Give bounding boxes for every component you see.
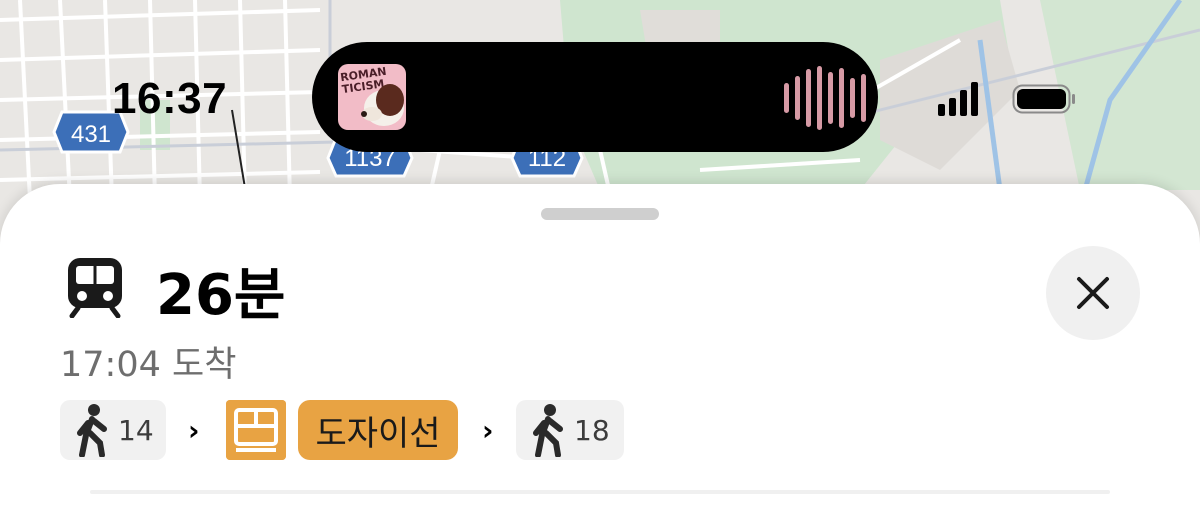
walking-person-icon — [533, 404, 563, 457]
status-time: 16:37 — [112, 74, 228, 123]
dog-image — [361, 84, 404, 126]
transit-line-badge[interactable]: 도자이선 — [298, 400, 458, 460]
walking-person-icon — [77, 404, 107, 457]
chevron-right-icon: › — [188, 414, 200, 447]
walk-step[interactable]: 18 — [516, 400, 624, 460]
tram-icon — [226, 400, 286, 460]
trip-duration: 26분 — [156, 263, 286, 328]
train-icon — [68, 258, 122, 318]
sheet-grabber[interactable] — [541, 208, 659, 220]
walk-minutes: 18 — [574, 413, 610, 447]
dynamic-island[interactable]: ROMAN TICISM — [312, 42, 878, 152]
audio-waveform-icon — [784, 66, 866, 130]
walk-minutes: 14 — [118, 413, 154, 447]
close-button[interactable] — [1046, 246, 1140, 340]
battery-icon — [1012, 84, 1075, 114]
close-icon — [1077, 277, 1109, 309]
chevron-right-icon: › — [482, 414, 494, 447]
route-sheet[interactable]: 26분 17:04 도착 14 › 도자이선 › 18 — [0, 184, 1200, 514]
route-steps[interactable]: 14 › 도자이선 › 18 — [60, 400, 680, 462]
album-art[interactable]: ROMAN TICISM — [338, 64, 406, 130]
walk-step[interactable]: 14 — [60, 400, 166, 460]
divider — [90, 490, 1110, 494]
arrival-time: 17:04 도착 — [60, 345, 237, 385]
route-badge-label: 431 — [71, 121, 111, 148]
cellular-signal-icon — [938, 80, 978, 116]
